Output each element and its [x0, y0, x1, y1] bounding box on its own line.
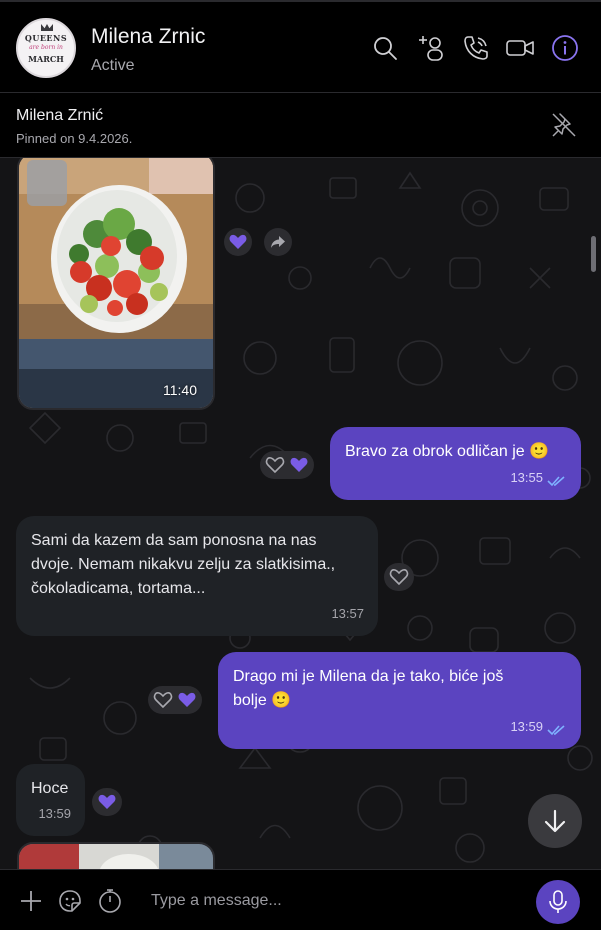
avatar[interactable]: QUEENS are born in MARCH: [16, 18, 76, 78]
search-button[interactable]: [370, 33, 400, 63]
message-time: 13:59: [510, 719, 543, 734]
message-time: 11:40: [163, 382, 197, 398]
chat-scrollbar[interactable]: [591, 236, 596, 272]
photo-thumbnail: [19, 844, 213, 869]
message-text: Hoce: [31, 780, 69, 797]
pinned-date: Pinned on 9.4.2026.: [16, 131, 133, 146]
mic-icon: [549, 890, 567, 913]
message-reactions[interactable]: [384, 563, 414, 591]
incoming-message-bubble[interactable]: Sami da kazem da sam ponosna na nas dvoj…: [16, 516, 378, 636]
video-call-icon: [506, 40, 534, 56]
arrow-down-icon: [544, 809, 566, 833]
outgoing-message-bubble[interactable]: Bravo za obrok odličan je 🙂 13:55: [330, 427, 581, 500]
heart-outline-icon[interactable]: [388, 566, 410, 588]
voice-message-button[interactable]: [536, 880, 580, 924]
salad-photo: [19, 158, 213, 408]
heart-filled-icon[interactable]: [288, 454, 310, 476]
add-participant-icon: [419, 36, 443, 61]
message-composer: [0, 869, 601, 930]
heart-filled-icon[interactable]: [96, 791, 118, 813]
video-call-button[interactable]: [505, 33, 535, 63]
add-icon: [21, 891, 41, 911]
disappearing-messages-button[interactable]: [96, 887, 124, 915]
avatar-text-line1: QUEENS: [24, 33, 68, 43]
add-attachment-button[interactable]: [17, 887, 45, 915]
message-reactions[interactable]: [220, 228, 296, 256]
unpin-icon: [552, 113, 576, 137]
call-icon: [464, 36, 488, 60]
photo-message[interactable]: 11:40: [17, 158, 215, 410]
forward-icon[interactable]: [264, 228, 292, 256]
scroll-to-bottom-button[interactable]: [528, 794, 582, 848]
info-icon: [552, 35, 578, 61]
read-ticks-icon: [547, 725, 565, 736]
chat-area[interactable]: 11:40 Bravo za obrok odličan je 🙂 13:55 …: [0, 158, 601, 869]
chat-header: QUEENS are born in MARCH Milena Zrnic Ac…: [0, 0, 601, 93]
contact-name[interactable]: Milena Zrnic: [91, 25, 205, 49]
pinned-sender-name: Milena Zrnić: [16, 107, 104, 124]
message-time: 13:57: [331, 606, 364, 621]
message-text: Bravo za obrok odličan je 🙂: [345, 443, 550, 460]
read-ticks-icon: [547, 476, 565, 487]
heart-outline-icon[interactable]: [152, 689, 174, 711]
timer-icon: [99, 889, 121, 913]
message-reactions[interactable]: [92, 788, 122, 816]
add-participant-button[interactable]: [417, 33, 447, 63]
heart-filled-icon[interactable]: [224, 228, 252, 256]
incoming-message-bubble[interactable]: Hoce 13:59: [16, 764, 85, 836]
sticker-icon: [59, 890, 81, 912]
contact-status: Active: [91, 57, 135, 74]
message-text: Drago mi je Milena da je tako, biće još …: [233, 668, 504, 709]
heart-outline-icon[interactable]: [264, 454, 286, 476]
message-reactions[interactable]: [260, 451, 314, 479]
unpin-button[interactable]: [549, 110, 579, 140]
pinned-message-bar[interactable]: Milena Zrnić Pinned on 9.4.2026.: [0, 94, 601, 158]
call-button[interactable]: [461, 33, 491, 63]
sticker-button[interactable]: [56, 887, 84, 915]
info-button[interactable]: [550, 33, 580, 63]
heart-filled-icon[interactable]: [176, 689, 198, 711]
header-top-divider: [0, 0, 601, 2]
search-icon: [374, 37, 397, 60]
message-input[interactable]: [140, 884, 510, 918]
message-time: 13:55: [510, 470, 543, 485]
outgoing-message-bubble[interactable]: Drago mi je Milena da je tako, biće još …: [218, 652, 581, 749]
message-time: 13:59: [38, 806, 71, 821]
message-reactions[interactable]: [148, 686, 202, 714]
avatar-text-line2: are born in: [29, 44, 63, 51]
avatar-text-line3: MARCH: [28, 54, 64, 64]
message-text: Sami da kazem da sam ponosna na nas dvoj…: [31, 532, 336, 597]
photo-message[interactable]: [17, 842, 215, 869]
crown-icon: [41, 24, 53, 31]
